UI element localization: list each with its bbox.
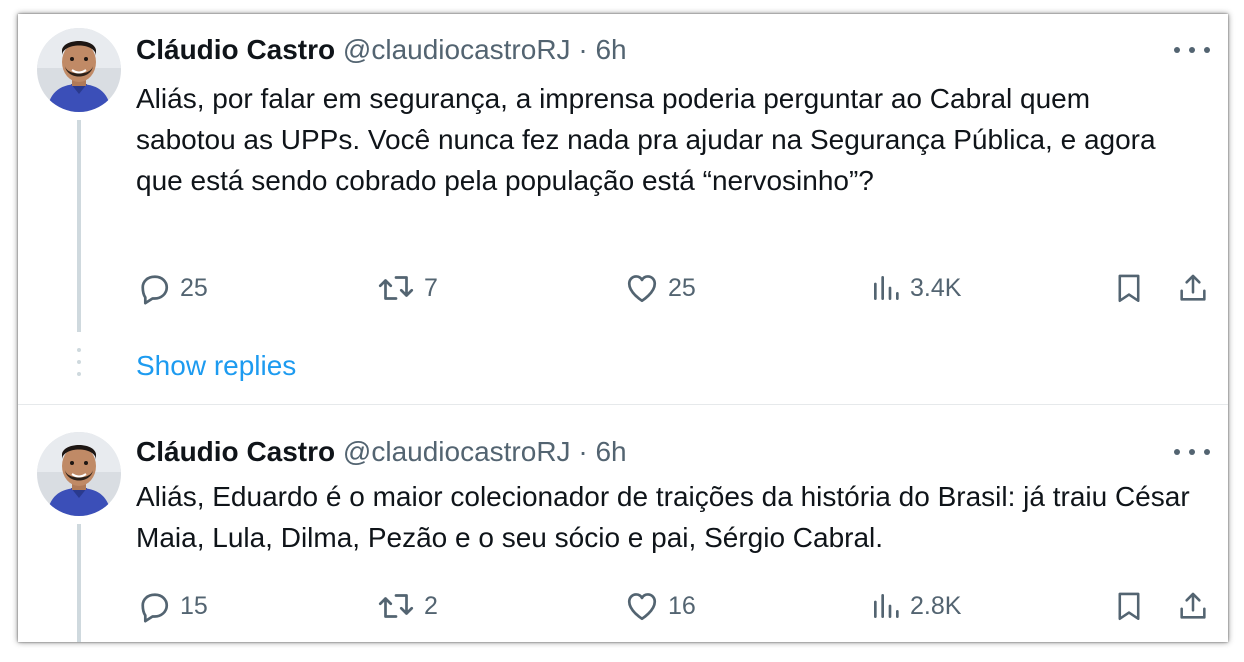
share-button[interactable]: [1176, 268, 1210, 308]
retweet-count: 2: [424, 591, 438, 620]
analytics-icon: [870, 270, 902, 306]
reply-count: 25: [180, 273, 208, 302]
like-count: 25: [668, 273, 696, 302]
tweet-actions: 15 2 16 2.8K: [136, 586, 1216, 626]
author-name[interactable]: Cláudio Castro: [136, 436, 335, 467]
reply-button[interactable]: 15: [136, 586, 208, 626]
avatar[interactable]: [37, 28, 121, 112]
more-options-icon[interactable]: [1174, 440, 1210, 464]
analytics-icon: [870, 588, 902, 624]
timeline-card: Cláudio Castro @claudiocastroRJ · 6h Ali…: [18, 14, 1228, 642]
bookmark-button[interactable]: [1112, 586, 1146, 626]
views-button[interactable]: 3.4K: [870, 268, 961, 308]
share-button[interactable]: [1176, 586, 1210, 626]
bookmark-button[interactable]: [1112, 268, 1146, 308]
reply-icon: [136, 270, 172, 306]
retweet-button[interactable]: 2: [376, 586, 438, 626]
author-handle[interactable]: @claudiocastroRJ: [343, 34, 571, 65]
heart-icon: [624, 270, 660, 306]
separator: ·: [578, 436, 588, 467]
like-count: 16: [668, 591, 696, 620]
retweet-count: 7: [424, 273, 438, 302]
reply-count: 15: [180, 591, 208, 620]
bookmark-icon: [1112, 270, 1146, 306]
tweet-text: Aliás, Eduardo é o maior colecionador de…: [136, 481, 1190, 553]
tweet-text: Aliás, por falar em segurança, a imprens…: [136, 83, 1156, 196]
retweet-icon: [376, 270, 416, 306]
like-button[interactable]: 25: [624, 268, 696, 308]
thread-line: [77, 524, 81, 642]
timestamp[interactable]: 6h: [595, 436, 626, 467]
thread-dots: [77, 348, 81, 384]
thread-line: [77, 120, 81, 332]
reply-icon: [136, 588, 172, 624]
avatar[interactable]: [37, 432, 121, 516]
tweet[interactable]: Cláudio Castro @claudiocastroRJ · 6h Ali…: [18, 404, 1228, 642]
views-count: 2.8K: [910, 591, 962, 620]
tweet-header: Cláudio Castro @claudiocastroRJ · 6h: [136, 32, 627, 68]
views-count: 3.4K: [910, 273, 962, 302]
separator: ·: [578, 34, 588, 65]
author-handle[interactable]: @claudiocastroRJ: [343, 436, 571, 467]
bookmark-icon: [1112, 588, 1146, 624]
show-replies-link[interactable]: Show replies: [136, 348, 296, 384]
tweet[interactable]: Cláudio Castro @claudiocastroRJ · 6h Ali…: [18, 14, 1228, 404]
more-options-icon[interactable]: [1174, 38, 1210, 62]
retweet-icon: [376, 588, 416, 624]
share-icon: [1176, 588, 1210, 624]
heart-icon: [624, 588, 660, 624]
views-button[interactable]: 2.8K: [870, 586, 961, 626]
like-button[interactable]: 16: [624, 586, 696, 626]
timestamp[interactable]: 6h: [595, 34, 626, 65]
tweet-header: Cláudio Castro @claudiocastroRJ · 6h: [136, 434, 627, 470]
author-name[interactable]: Cláudio Castro: [136, 34, 335, 65]
tweet-actions: 25 7 25 3.4K: [136, 268, 1216, 308]
reply-button[interactable]: 25: [136, 268, 208, 308]
share-icon: [1176, 270, 1210, 306]
retweet-button[interactable]: 7: [376, 268, 438, 308]
